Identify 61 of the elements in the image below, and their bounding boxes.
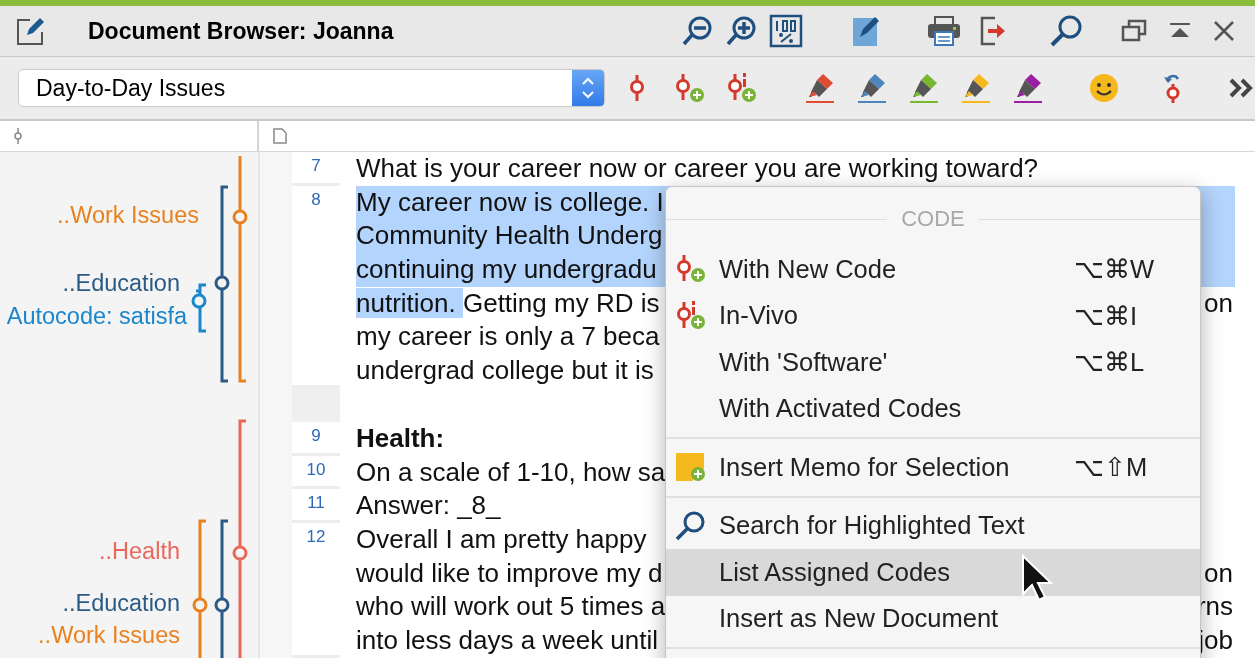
search-icon[interactable]	[1049, 14, 1083, 48]
code-label[interactable]: Autocode: satisfa	[6, 304, 187, 328]
menu-header: CODE	[901, 206, 965, 232]
code-bar[interactable]	[214, 519, 230, 658]
code-label[interactable]: ..Education	[62, 271, 180, 295]
text-line: On a scale of 1-10, how sa	[356, 455, 666, 489]
menu-item[interactable]: List Assigned Codes	[666, 549, 1200, 596]
smiley-icon[interactable]	[1089, 73, 1119, 103]
export-icon[interactable]	[979, 15, 1007, 47]
edit-document-icon[interactable]	[16, 16, 44, 46]
code-bar[interactable]	[214, 185, 230, 383]
document-set-dropdown[interactable]: Day-to-Day Issues	[18, 69, 605, 107]
text-fragment: on	[1204, 556, 1233, 590]
menu-item[interactable]: Insert as New Document	[666, 595, 1200, 642]
document-column-icon	[273, 128, 287, 144]
code-bar[interactable]	[232, 419, 248, 658]
collapse-icon[interactable]	[1169, 22, 1191, 40]
code-icon[interactable]	[627, 73, 647, 103]
text-fragment: on	[1204, 286, 1233, 320]
zoom-in-icon[interactable]	[725, 15, 757, 47]
memo-add-icon	[674, 451, 708, 484]
text-line: would like to improve my d	[356, 556, 663, 590]
zoom-reset-icon[interactable]	[769, 14, 803, 48]
text-line: Overall I am pretty happy	[356, 522, 647, 556]
text-line: who will work out 5 times a	[356, 590, 666, 624]
text-line: Community Health Underg	[356, 219, 663, 253]
text-line: continuing my undergradu	[356, 253, 657, 287]
text-line: What is your career now or career you are working toward?	[356, 152, 1039, 185]
menu-item[interactable]: With New Code ⌥⌘W	[666, 246, 1200, 293]
highlighter-icon[interactable]	[961, 72, 991, 104]
text-line: into less days a week until	[356, 623, 659, 657]
up-down-arrows-icon	[580, 75, 596, 101]
more-icon[interactable]	[1229, 78, 1255, 98]
menu-item[interactable]: Insert Memo for Selection ⌥⇧M	[666, 444, 1200, 491]
menu-item[interactable]: Search for Highlighted Text	[666, 502, 1200, 549]
highlighter-icon[interactable]	[1013, 72, 1043, 104]
close-icon[interactable]	[1213, 20, 1235, 42]
window-title: Document Browser: Joanna	[88, 17, 394, 45]
print-icon[interactable]	[927, 15, 961, 47]
zoom-out-icon[interactable]	[681, 15, 713, 47]
text-line: My career now is college. I	[356, 185, 664, 219]
text-line: undergrad college but it is	[356, 354, 654, 388]
menu-item[interactable]: In-Vivo ⌥⌘I	[666, 292, 1200, 339]
restore-window-icon[interactable]	[1121, 19, 1147, 43]
in-vivo-code-icon	[674, 299, 708, 332]
text-line: Health:	[356, 421, 445, 455]
text-line: my career is only a 7 beca	[356, 320, 660, 354]
text-line: Answer: _8_	[356, 489, 501, 523]
highlighter-icon[interactable]	[909, 72, 939, 104]
text-line: nutrition. Getting my RD is	[356, 286, 660, 320]
code-label[interactable]: ..Education	[62, 591, 180, 615]
menu-item[interactable]: With 'Software' ⌥⌘L	[666, 339, 1200, 386]
highlighter-icon[interactable]	[805, 72, 835, 104]
code-column-icon	[12, 127, 24, 145]
memo-icon[interactable]	[851, 14, 879, 48]
menu-item[interactable]: With Activated Codes	[666, 385, 1200, 432]
in-vivo-code-icon[interactable]	[725, 72, 759, 104]
mouse-pointer-icon	[1020, 554, 1054, 604]
code-bar[interactable]	[191, 283, 207, 333]
highlighter-icon[interactable]	[857, 72, 887, 104]
new-code-icon[interactable]	[673, 72, 707, 104]
